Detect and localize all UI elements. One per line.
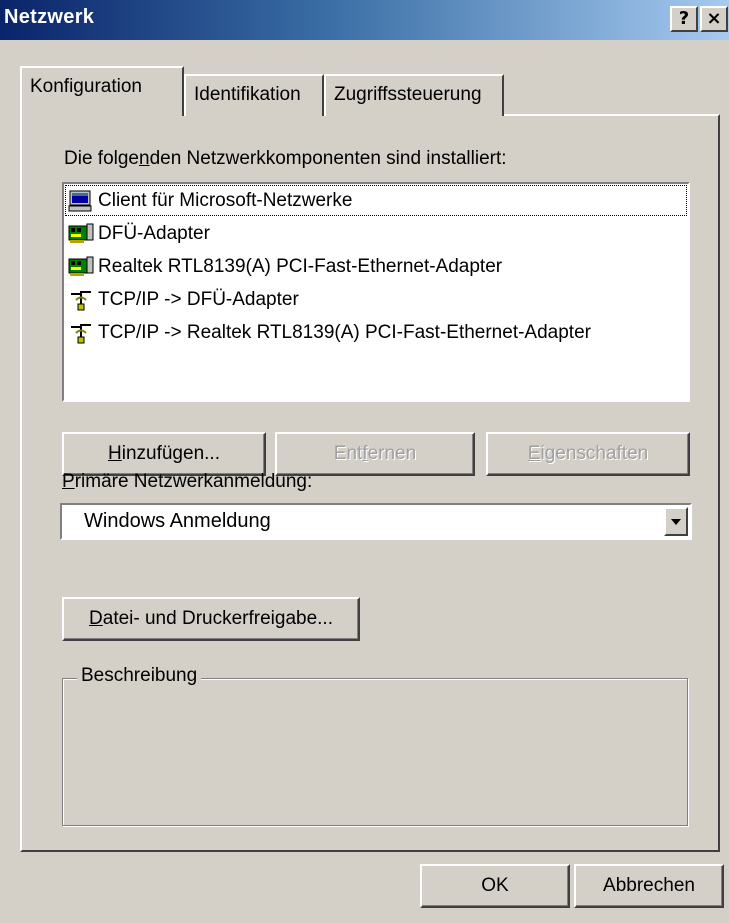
list-item[interactable]: DFÜ-Adapter <box>64 217 688 250</box>
help-button[interactable]: ? <box>670 6 698 32</box>
file-printer-sharing-button[interactable]: Datei- und Druckerfreigabe... <box>62 597 360 641</box>
window-title: Netzwerk <box>4 6 95 28</box>
primary-logon-value: Windows Anmeldung <box>84 510 271 532</box>
components-list[interactable]: Client für Microsoft-Netzwerke DFÜ-Adapt… <box>62 182 690 402</box>
ok-button[interactable]: OK <box>420 864 570 908</box>
list-item[interactable]: TCP/IP -> Realtek RTL8139(A) PCI-Fast-Et… <box>64 316 688 349</box>
list-item[interactable]: Realtek RTL8139(A) PCI-Fast-Ethernet-Ada… <box>64 250 688 283</box>
properties-button[interactable]: Eigenschaften <box>486 432 690 476</box>
tab-identifikation[interactable]: Identifikation <box>184 74 324 116</box>
network-dialog: Netzwerk ? × Konfiguration Identifikatio… <box>0 0 729 923</box>
title-bar[interactable]: Netzwerk ? × <box>0 0 729 40</box>
primary-logon-select[interactable]: Windows Anmeldung <box>60 503 692 540</box>
list-item[interactable]: Client für Microsoft-Netzwerke <box>64 184 688 217</box>
protocol-icon <box>71 290 91 310</box>
add-button[interactable]: Hinzufügen... <box>62 432 266 476</box>
description-group: Beschreibung <box>62 665 688 826</box>
description-legend: Beschreibung <box>77 665 202 687</box>
network-adapter-icon <box>68 223 94 243</box>
close-button[interactable]: × <box>700 6 728 32</box>
tab-zugriffssteuerung[interactable]: Zugriffssteuerung <box>324 74 504 116</box>
tab-label: Konfiguration <box>30 76 142 97</box>
dropdown-button[interactable] <box>664 507 688 536</box>
tab-konfiguration[interactable]: Konfiguration <box>20 66 184 116</box>
network-client-icon <box>68 190 92 211</box>
remove-button[interactable]: Entfernen <box>275 432 475 476</box>
components-heading: Die folgenden Netzwerkkomponenten sind i… <box>64 148 507 169</box>
protocol-icon <box>71 323 91 343</box>
network-adapter-icon <box>68 256 94 276</box>
cancel-button[interactable]: Abbrechen <box>574 864 724 908</box>
tab-label: Identifikation <box>194 84 301 105</box>
primary-logon-label: Primäre Netzwerkanmeldung: <box>62 471 313 492</box>
chevron-down-icon <box>671 519 681 525</box>
tab-label: Zugriffssteuerung <box>334 84 482 105</box>
list-item[interactable]: TCP/IP -> DFÜ-Adapter <box>64 283 688 316</box>
